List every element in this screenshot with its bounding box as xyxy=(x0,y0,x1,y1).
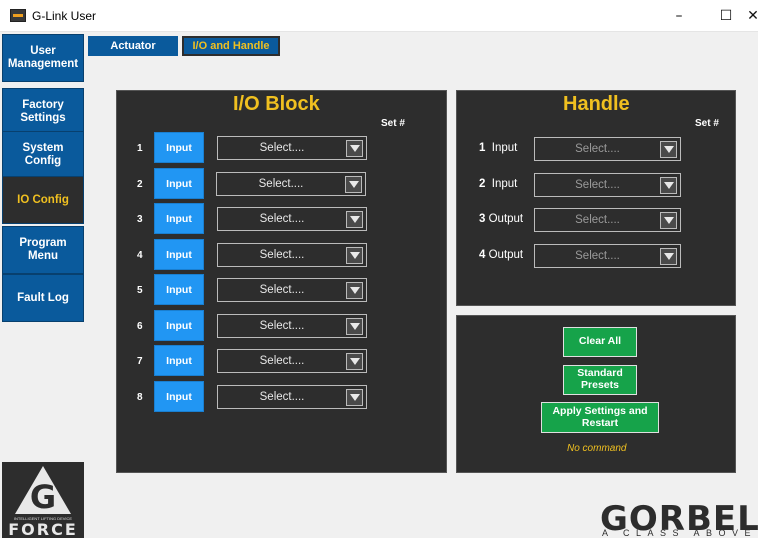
io-input-button-3[interactable]: Input xyxy=(154,203,204,234)
clear-all-button[interactable]: Clear All xyxy=(563,327,637,357)
io-select-value: Select.... xyxy=(258,178,304,190)
handle-row-type: Input xyxy=(491,142,518,154)
chevron-down-icon xyxy=(660,212,677,229)
io-input-button-4[interactable]: Input xyxy=(154,239,204,270)
io-input-button-7[interactable]: Input xyxy=(154,345,204,376)
io-row-number: 4 xyxy=(137,250,143,261)
apply-settings-restart-button[interactable]: Apply Settings and Restart xyxy=(541,402,659,433)
sidebar-item-program-menu[interactable]: Program Menu xyxy=(2,226,84,274)
io-select-value: Select.... xyxy=(259,355,305,367)
io-select-1[interactable]: Select.... xyxy=(217,136,367,160)
handle-panel: Handle Set # 1 Input Select.... 2 Input … xyxy=(456,90,736,306)
io-select-8[interactable]: Select.... xyxy=(217,385,367,409)
chevron-down-icon xyxy=(346,247,363,264)
logo-letter: G xyxy=(29,478,57,516)
io-select-value: Select.... xyxy=(259,249,305,261)
handle-row-number: 4 xyxy=(479,249,486,261)
handle-select-3[interactable]: Select.... xyxy=(534,208,681,232)
sidebar-item-io-config[interactable]: IO Config xyxy=(2,176,84,224)
io-row-number: 3 xyxy=(137,214,143,225)
io-select-2[interactable]: Select.... xyxy=(216,172,366,196)
sidebar-item-user-management[interactable]: User Management xyxy=(2,34,84,82)
io-select-value: Select.... xyxy=(259,142,305,154)
handle-set-label: Set # xyxy=(695,118,719,129)
sidebar-item-system-config[interactable]: System Config xyxy=(2,131,84,179)
io-select-6[interactable]: Select.... xyxy=(217,314,367,338)
handle-row-type: Output xyxy=(488,249,524,261)
handle-select-value: Select.... xyxy=(575,214,620,226)
handle-select-value: Select.... xyxy=(575,143,620,155)
logo-text: FORCE xyxy=(8,520,78,538)
handle-row-number: 3 xyxy=(479,213,486,225)
io-row-number: 2 xyxy=(137,179,143,190)
chevron-down-icon xyxy=(346,318,363,335)
io-select-4[interactable]: Select.... xyxy=(217,243,367,267)
io-block-title: I/O Block xyxy=(233,93,320,115)
standard-presets-button[interactable]: Standard Presets xyxy=(563,365,637,395)
handle-title: Handle xyxy=(563,93,630,115)
chevron-down-icon xyxy=(346,140,363,157)
handle-row-number: 1 xyxy=(479,142,486,154)
handle-select-2[interactable]: Select.... xyxy=(534,173,681,197)
io-select-value: Select.... xyxy=(259,284,305,296)
command-status: No command xyxy=(567,443,627,454)
handle-select-4[interactable]: Select.... xyxy=(534,244,681,268)
handle-row-number: 2 xyxy=(479,178,486,190)
io-block-panel: I/O Block Set # 1 Input Select.... 2 Inp… xyxy=(116,90,447,473)
io-select-5[interactable]: Select.... xyxy=(217,278,367,302)
minimize-button[interactable]: – xyxy=(656,0,702,32)
handle-row-type: Output xyxy=(488,213,524,225)
tab-actuator[interactable]: Actuator xyxy=(88,36,178,56)
close-button[interactable]: ✕ xyxy=(738,0,758,32)
io-row-number: 7 xyxy=(137,356,143,367)
chevron-down-icon xyxy=(346,389,363,406)
tab-io-and-handle[interactable]: I/O and Handle xyxy=(182,36,280,56)
handle-row-label: 3 Output xyxy=(479,213,523,225)
chevron-down-icon xyxy=(346,282,363,299)
handle-row-type: Input xyxy=(491,178,518,190)
io-select-value: Select.... xyxy=(259,320,305,332)
io-select-value: Select.... xyxy=(259,213,305,225)
io-input-button-1[interactable]: Input xyxy=(154,132,204,163)
io-input-button-8[interactable]: Input xyxy=(154,381,204,412)
window-title: G-Link User xyxy=(32,9,97,23)
app-icon xyxy=(10,9,26,22)
sidebar-item-factory-settings[interactable]: Factory Settings xyxy=(2,88,84,136)
io-select-7[interactable]: Select.... xyxy=(217,349,367,373)
handle-row-label: 1 Input xyxy=(479,142,517,154)
io-input-button-6[interactable]: Input xyxy=(154,310,204,341)
handle-select-value: Select.... xyxy=(575,250,620,262)
chevron-down-icon xyxy=(660,248,677,265)
sidebar-item-fault-log[interactable]: Fault Log xyxy=(2,274,84,322)
io-row-number: 1 xyxy=(137,143,143,154)
handle-select-value: Select.... xyxy=(575,179,620,191)
chevron-down-icon xyxy=(660,177,677,194)
io-select-value: Select.... xyxy=(259,391,305,403)
g-force-logo: G INTELLIGENT LIFTING DEVICE FORCE xyxy=(2,462,84,538)
chevron-down-icon xyxy=(346,211,363,228)
gorbel-tagline: A CLASS ABOVE xyxy=(602,528,758,538)
handle-select-1[interactable]: Select.... xyxy=(534,137,681,161)
io-select-3[interactable]: Select.... xyxy=(217,207,367,231)
handle-row-label: 2 Input xyxy=(479,178,517,190)
actions-panel: Clear All Standard Presets Apply Setting… xyxy=(456,315,736,473)
chevron-down-icon xyxy=(346,353,363,370)
io-row-number: 6 xyxy=(137,321,143,332)
io-row-number: 8 xyxy=(137,392,143,403)
io-input-button-2[interactable]: Input xyxy=(154,168,204,199)
io-set-label: Set # xyxy=(381,118,405,129)
io-input-button-5[interactable]: Input xyxy=(154,274,204,305)
chevron-down-icon xyxy=(345,176,362,193)
title-bar: G-Link User – ☐ ✕ xyxy=(0,0,758,32)
main-area: User Management Factory Settings System … xyxy=(0,32,758,538)
io-row-number: 5 xyxy=(137,285,143,296)
handle-row-label: 4 Output xyxy=(479,249,523,261)
sidebar: User Management Factory Settings System … xyxy=(0,32,86,538)
chevron-down-icon xyxy=(660,141,677,158)
